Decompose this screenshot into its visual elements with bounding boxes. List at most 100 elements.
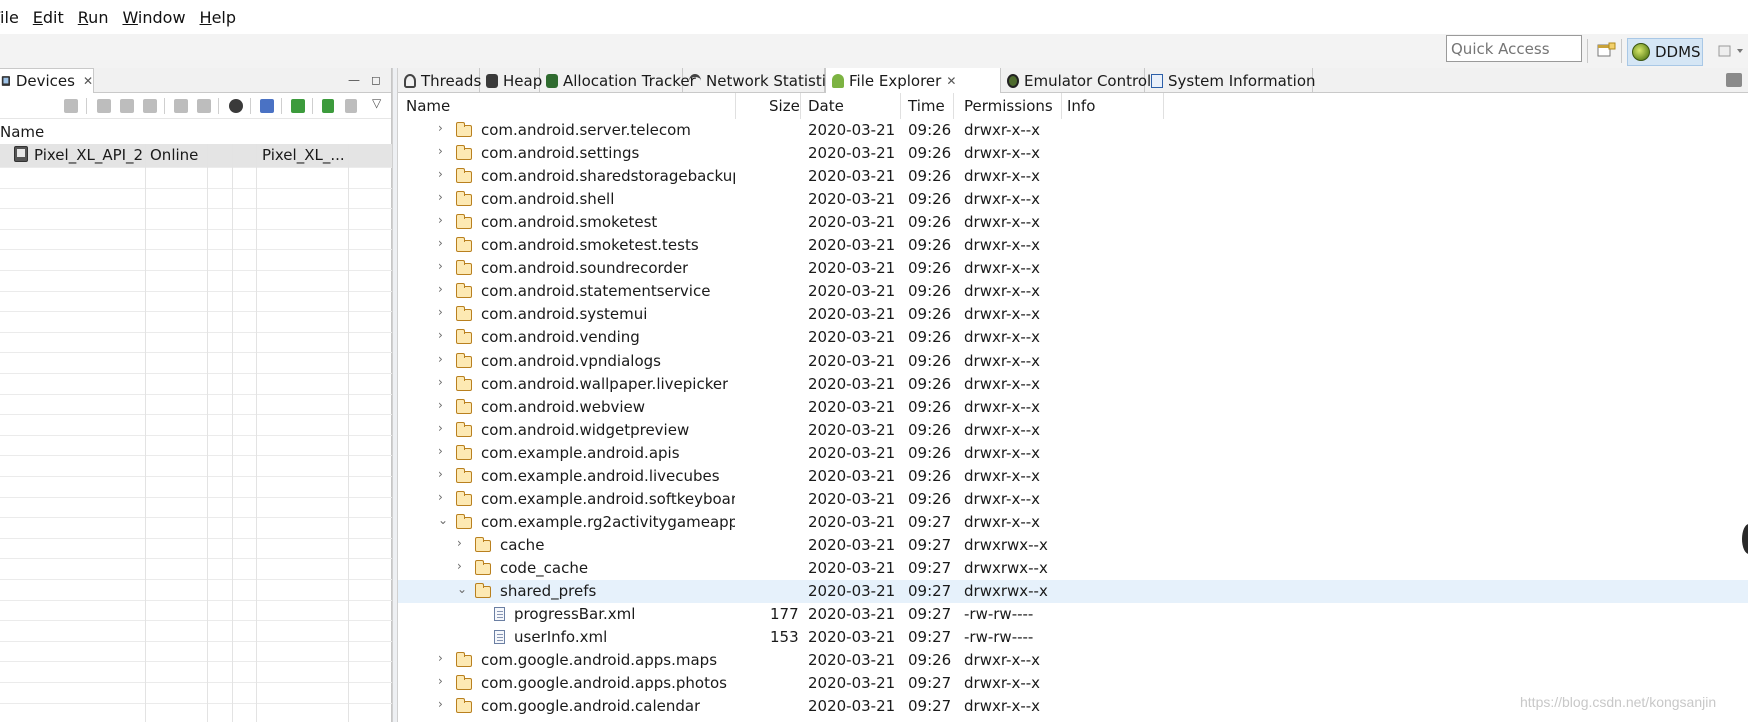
- chevron-right-icon[interactable]: ›: [438, 467, 448, 481]
- chevron-right-icon[interactable]: ›: [438, 236, 448, 250]
- chevron-right-icon[interactable]: ›: [438, 444, 448, 458]
- menu-mnemonic: W: [122, 7, 138, 27]
- folder-row[interactable]: › com.google.android.apps.maps 2020-03-21 0…: [398, 649, 1748, 672]
- other-perspective-icon[interactable]: [1715, 41, 1745, 61]
- chevron-right-icon[interactable]: ›: [438, 121, 448, 135]
- android-icon: [832, 73, 844, 88]
- cause-gc-icon[interactable]: [143, 99, 157, 113]
- menu-run[interactable]: Run: [78, 8, 109, 27]
- chevron-right-icon[interactable]: ›: [438, 305, 448, 319]
- opengl-trace-icon[interactable]: [345, 99, 357, 113]
- folder-row[interactable]: › cache 2020-03-21 09:27 drwxrwx--x: [398, 534, 1748, 557]
- folder-row[interactable]: › com.android.systemui 2020-03-21 09:26 drwx…: [398, 303, 1748, 326]
- folder-row[interactable]: › com.android.server.telecom 2020-03-21 09:…: [398, 119, 1748, 142]
- folder-row[interactable]: › com.android.shell 2020-03-21 09:26 drwxr-x…: [398, 188, 1748, 211]
- folder-row[interactable]: › com.example.android.softkeyboarc 2020-03…: [398, 488, 1748, 511]
- chevron-right-icon[interactable]: ›: [457, 536, 467, 550]
- folder-row[interactable]: › com.android.wallpaper.livepicker 2020-03…: [398, 373, 1748, 396]
- chevron-right-icon[interactable]: ›: [438, 490, 448, 504]
- file-time: 09:26: [908, 651, 952, 670]
- ddms-perspective-button[interactable]: DDMS: [1627, 38, 1703, 66]
- view-minimize-icon[interactable]: [1726, 73, 1742, 87]
- folder-row[interactable]: › com.android.statementservice 2020-03-21 0…: [398, 280, 1748, 303]
- chevron-right-icon[interactable]: ›: [438, 352, 448, 366]
- device-row[interactable]: Pixel_XL_API_2: Online Pixel_XL_...: [0, 144, 392, 167]
- folder-row[interactable]: › com.android.sharedstoragebackup 2020-03-…: [398, 165, 1748, 188]
- chevron-right-icon[interactable]: ›: [438, 421, 448, 435]
- chevron-right-icon[interactable]: ›: [438, 697, 448, 711]
- close-icon[interactable]: ✕: [83, 74, 93, 88]
- chevron-right-icon[interactable]: ›: [438, 282, 448, 296]
- column-time[interactable]: Time: [908, 97, 945, 115]
- folder-row[interactable]: › com.example.android.livecubes 2020-03-21…: [398, 465, 1748, 488]
- quick-access-input[interactable]: [1446, 35, 1582, 62]
- folder-row[interactable]: › com.android.settings 2020-03-21 09:26 drwx…: [398, 142, 1748, 165]
- tab-allocation-tracker[interactable]: Allocation Tracker: [540, 68, 696, 93]
- chevron-right-icon[interactable]: ›: [438, 375, 448, 389]
- tab-system-information[interactable]: System Information: [1145, 68, 1316, 93]
- folder-row[interactable]: › com.android.vpndialogs 2020-03-21 09:26 dr…: [398, 350, 1748, 373]
- stop-process-icon[interactable]: [229, 99, 243, 113]
- chevron-right-icon[interactable]: ›: [457, 559, 467, 573]
- tab-devices[interactable]: Devices ✕: [0, 68, 94, 93]
- file-row[interactable]: userInfo.xml 153 2020-03-21 09:27 -rw-rw----: [398, 626, 1748, 649]
- tab-threads[interactable]: Threads: [398, 68, 481, 93]
- update-threads-icon[interactable]: [174, 99, 188, 113]
- tab-file-explorer[interactable]: File Explorer ✕: [825, 68, 1001, 93]
- tab-network-statistics[interactable]: Network Statistics: [683, 68, 842, 93]
- chevron-right-icon[interactable]: ›: [438, 259, 448, 273]
- chevron-right-icon[interactable]: ›: [438, 328, 448, 342]
- chevron-right-icon[interactable]: ›: [438, 398, 448, 412]
- grid-line: [0, 270, 392, 271]
- folder-row[interactable]: › com.example.android.apis 2020-03-21 09:26…: [398, 442, 1748, 465]
- chevron-right-icon[interactable]: ›: [438, 167, 448, 181]
- chevron-down-icon[interactable]: ⌄: [457, 582, 467, 596]
- chevron-right-icon[interactable]: ›: [438, 213, 448, 227]
- chevron-right-icon[interactable]: ›: [438, 651, 448, 665]
- maximize-icon[interactable]: ◻: [371, 73, 381, 87]
- folder-row[interactable]: › com.android.soundrecorder 2020-03-21 09:2…: [398, 257, 1748, 280]
- chevron-right-icon[interactable]: ›: [438, 144, 448, 158]
- file-name: com.android.smoketest.tests: [481, 236, 699, 255]
- folder-row[interactable]: › com.android.smoketest.tests 2020-03-21 09…: [398, 234, 1748, 257]
- menu-file[interactable]: File: [0, 8, 19, 27]
- column-permissions[interactable]: Permissions: [964, 97, 1053, 115]
- column-info[interactable]: Info: [1067, 97, 1095, 115]
- folder-row[interactable]: ⌄ com.example.rg2activitygameapp 2020-03-2…: [398, 511, 1748, 534]
- folder-row[interactable]: › com.google.android.apps.photos 2020-03-2…: [398, 672, 1748, 695]
- chevron-right-icon[interactable]: ›: [438, 190, 448, 204]
- tab-heap[interactable]: Heap: [480, 68, 542, 93]
- close-icon[interactable]: ✕: [946, 74, 956, 88]
- menu-help[interactable]: Help: [200, 8, 236, 27]
- update-heap-icon[interactable]: [97, 99, 111, 113]
- grid-line: [232, 144, 233, 722]
- column-date[interactable]: Date: [808, 97, 844, 115]
- dump-view-hierarchy-icon[interactable]: [291, 99, 305, 113]
- folder-row[interactable]: › com.android.vending 2020-03-21 09:26 drwxr…: [398, 326, 1748, 349]
- tab-emulator-control[interactable]: Emulator Control: [1001, 68, 1151, 93]
- menu-window[interactable]: Window: [122, 8, 185, 27]
- file-row[interactable]: progressBar.xml 177 2020-03-21 09:27 -rw-rw-…: [398, 603, 1748, 626]
- column-name[interactable]: Name: [406, 97, 450, 115]
- menu-edit[interactable]: Edit: [33, 8, 64, 27]
- view-menu-icon[interactable]: ▽: [372, 96, 381, 110]
- start-method-profiling-icon[interactable]: [197, 99, 211, 113]
- column-size[interactable]: Size: [769, 97, 800, 115]
- chevron-down-icon[interactable]: ⌄: [438, 513, 448, 527]
- dump-hprof-icon[interactable]: [120, 99, 134, 113]
- folder-row[interactable]: › com.android.widgetpreview 2020-03-21 09:2…: [398, 419, 1748, 442]
- folder-row[interactable]: › com.android.webview 2020-03-21 09:26 drwxr…: [398, 396, 1748, 419]
- file-date: 2020-03-21: [808, 558, 896, 577]
- chevron-right-icon[interactable]: ›: [438, 674, 448, 688]
- folder-row[interactable]: › code_cache 2020-03-21 09:27 drwxrwx--x: [398, 557, 1748, 580]
- systrace-icon[interactable]: [322, 99, 334, 113]
- folder-row[interactable]: ⌄ shared_prefs 2020-03-21 09:27 drwxrwx--x: [398, 580, 1748, 603]
- folder-row[interactable]: › com.android.smoketest 2020-03-21 09:26 drw…: [398, 211, 1748, 234]
- file-permissions: -rw-rw----: [964, 628, 1034, 647]
- screen-capture-icon[interactable]: [260, 99, 274, 113]
- devices-name-column[interactable]: Name: [0, 123, 44, 141]
- minimize-icon[interactable]: —: [348, 73, 360, 87]
- debug-process-icon[interactable]: [64, 99, 78, 113]
- open-perspective-icon[interactable]: [1595, 41, 1617, 61]
- grid-line: [0, 187, 392, 189]
